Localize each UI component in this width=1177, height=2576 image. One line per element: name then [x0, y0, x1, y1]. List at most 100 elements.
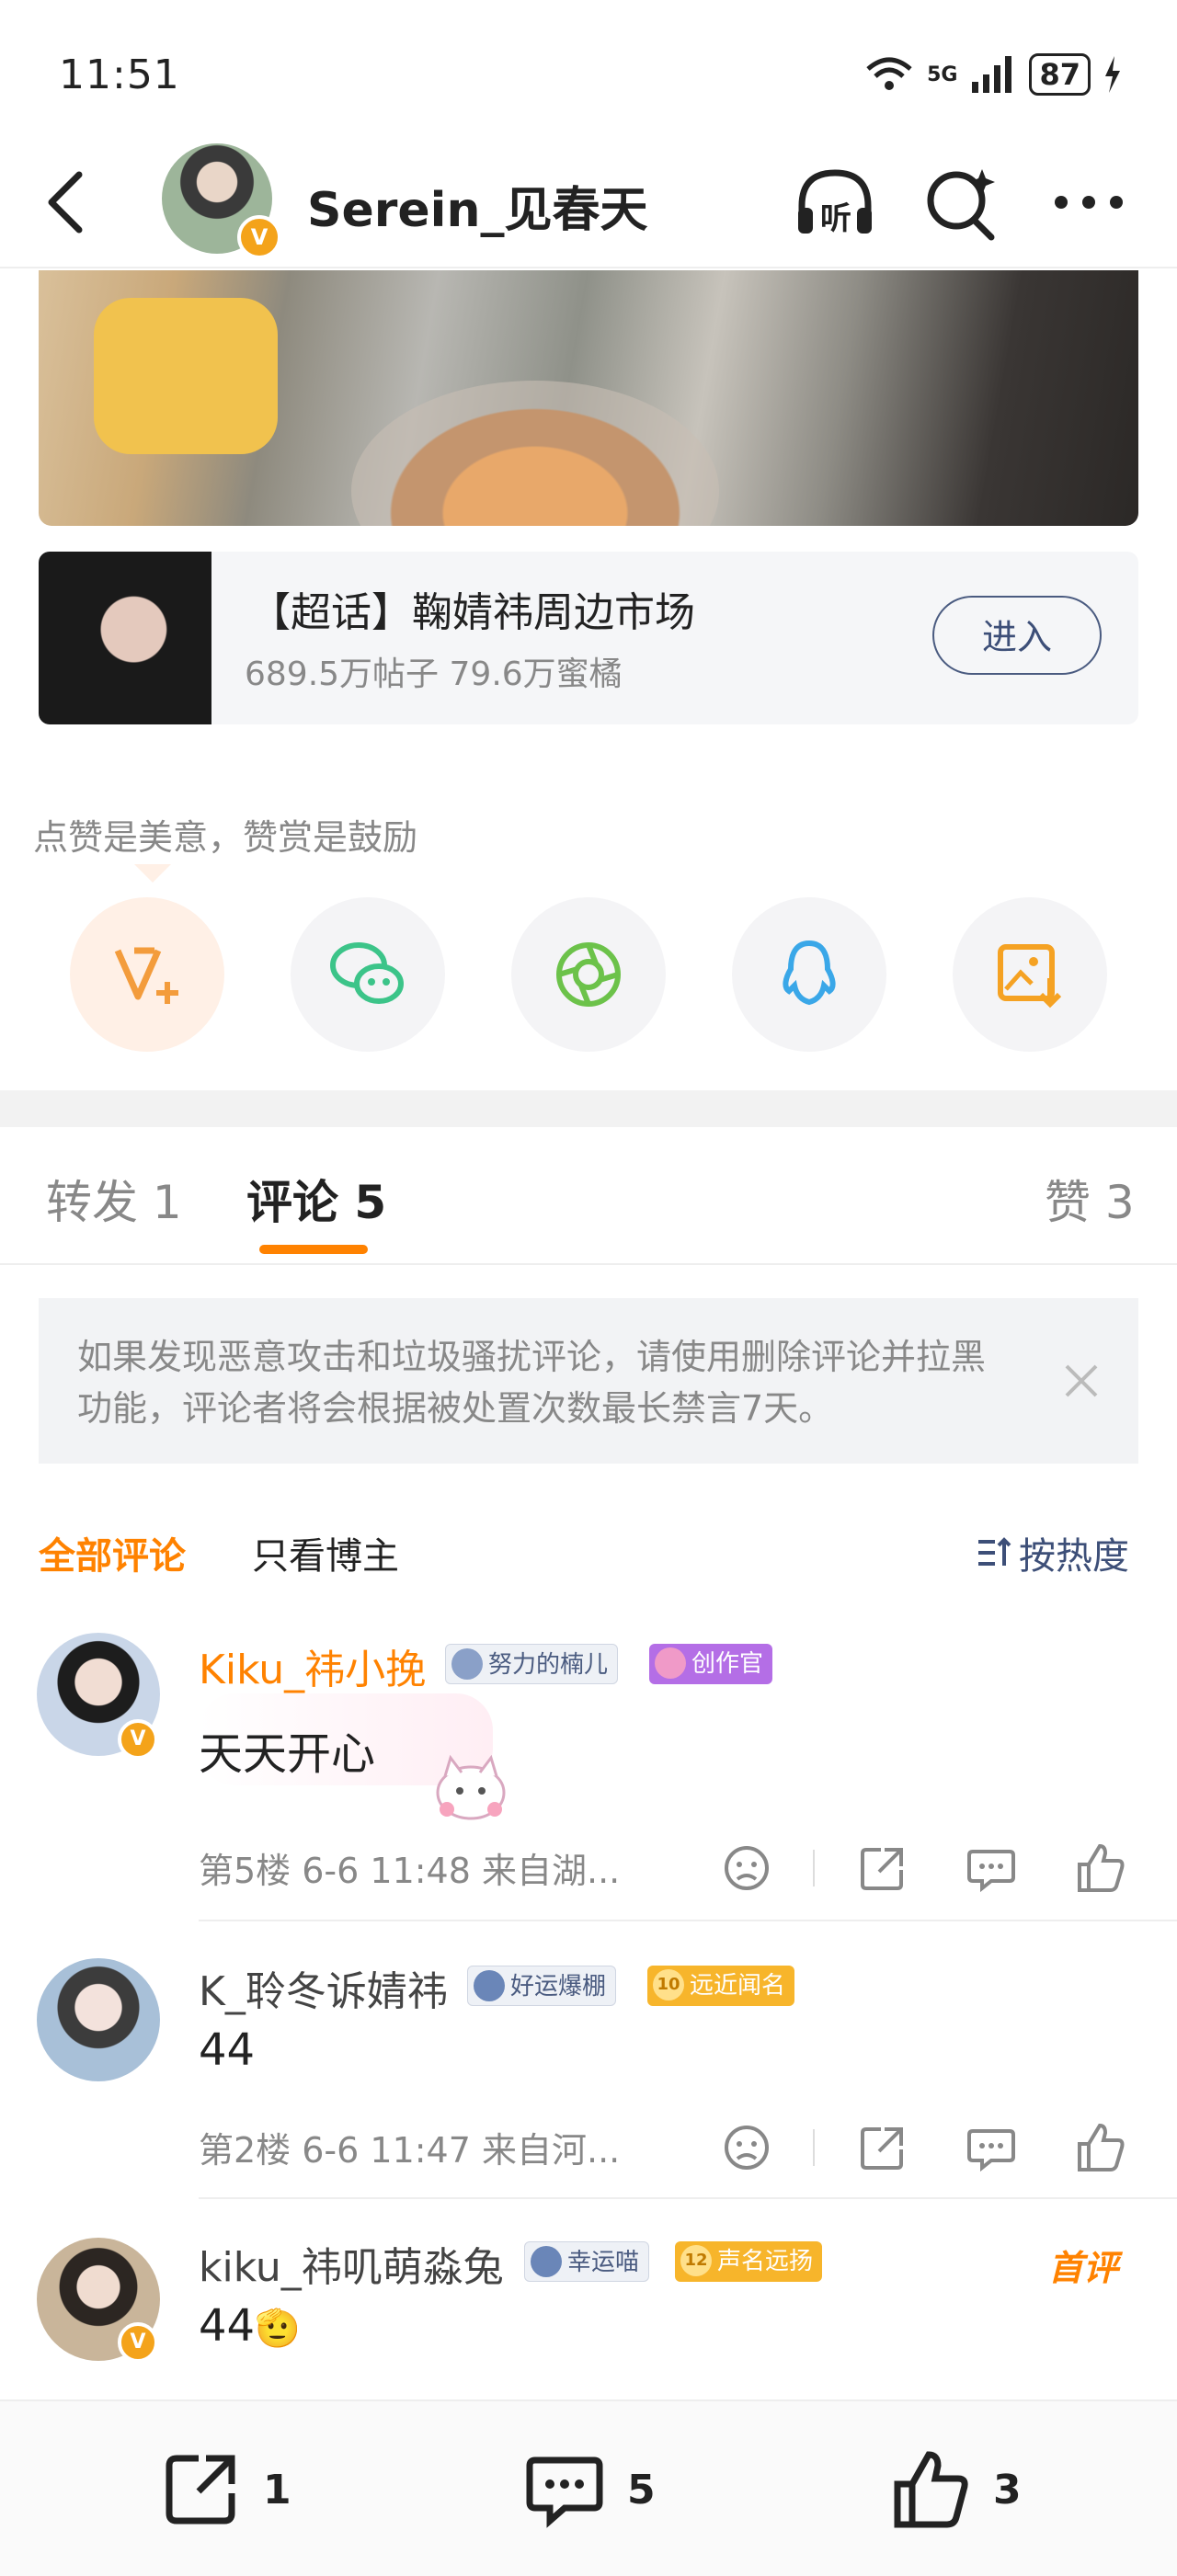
comment-notice: 如果发现恶意攻击和垃圾骚扰评论，请使用删除评论并拉黑功能，评论者将会根据被处置次… — [39, 1298, 1138, 1464]
action-divider — [813, 1850, 815, 1886]
commenter-name[interactable]: Kiku_祎小挽 — [199, 1636, 426, 1695]
fan-tag-label: 好运爆棚 — [510, 1973, 607, 2000]
creator-tag[interactable]: 创作官 — [649, 1644, 773, 1684]
reply-icon[interactable] — [964, 1841, 1019, 1896]
level-tag[interactable]: 10 远近闻名 — [647, 1966, 795, 2006]
cat-icon — [531, 2246, 562, 2277]
filter-blogger-only[interactable]: 只看博主 — [252, 1526, 399, 1579]
active-tab-indicator — [259, 1245, 368, 1254]
topic-title: 【超话】鞠婧祎周边市场 — [250, 589, 695, 636]
author-name[interactable]: Serein_见春天 — [307, 171, 647, 240]
status-icons: 5G 87 — [864, 53, 1122, 96]
moments-icon — [556, 942, 621, 1007]
post-image-object — [94, 298, 278, 454]
listen-label: 听 — [820, 200, 851, 237]
post-image-bowl — [351, 381, 719, 526]
battery-level: 87 — [1029, 53, 1091, 96]
reply-icon[interactable] — [964, 2120, 1019, 2175]
back-icon[interactable] — [37, 165, 96, 239]
comment-button[interactable]: 5 — [522, 2447, 656, 2532]
first-comment-badge: 首评 — [1048, 2248, 1119, 2288]
repost-button[interactable]: 1 — [158, 2447, 291, 2532]
level-badge: 10 — [653, 1969, 684, 2000]
salute-emoji: 🫡 — [255, 2308, 301, 2350]
tab-likes[interactable]: 赞 3 — [1045, 1166, 1135, 1232]
comment-text: 44🫡 — [199, 2300, 301, 2352]
dislike-icon[interactable] — [719, 1841, 774, 1896]
comment-meta: 第5楼 6-6 11:48 来自湖... — [199, 1851, 621, 1891]
super-topic-card[interactable]: 【超话】鞠婧祎周边市场 689.5万帖子 79.6万蜜橘 进入 — [39, 552, 1138, 724]
topic-image — [39, 552, 211, 724]
reward-button[interactable] — [70, 897, 224, 1052]
share-moments-button[interactable] — [511, 897, 666, 1052]
like-icon — [894, 2451, 968, 2528]
sort-icon — [978, 1537, 1011, 1566]
repost-icon — [166, 2455, 235, 2525]
qq-icon — [783, 940, 836, 1006]
reward-v-icon — [114, 947, 178, 1004]
fan-tag[interactable]: 好运爆棚 — [467, 1966, 617, 2006]
fan-tag-icon — [451, 1648, 483, 1680]
close-icon[interactable] — [1056, 1355, 1107, 1407]
tab-divider — [0, 1263, 1177, 1265]
network-label: 5G — [927, 63, 958, 86]
creator-tag-label: 创作官 — [691, 1650, 764, 1678]
repost-count: 1 — [263, 2466, 291, 2513]
share-qq-button[interactable] — [732, 897, 886, 1052]
fan-tag[interactable]: 努力的楠儿 — [445, 1644, 619, 1684]
save-image-button[interactable] — [953, 897, 1107, 1052]
verified-badge: V — [237, 215, 281, 259]
like-icon[interactable] — [1072, 1841, 1127, 1896]
top-header: V Serein_见春天 听 — [0, 138, 1177, 268]
sort-label: 按热度 — [1019, 1535, 1129, 1578]
fan-tag-label: 幸运喵 — [567, 2249, 640, 2276]
action-divider — [813, 2129, 815, 2166]
like-button[interactable]: 3 — [888, 2447, 1022, 2532]
comment-count: 5 — [627, 2466, 656, 2513]
search-icon[interactable] — [918, 160, 1002, 245]
share-wechat-button[interactable] — [291, 897, 445, 1052]
like-icon[interactable] — [1072, 2120, 1127, 2175]
like-count: 3 — [993, 2466, 1022, 2513]
comment-text: 44 — [199, 2024, 256, 2076]
comment-text-value: 44 — [199, 2300, 256, 2352]
fan-tag-label: 努力的楠儿 — [488, 1651, 609, 1679]
listen-button[interactable]: 听 — [793, 160, 877, 245]
creator-tag-icon — [655, 1647, 686, 1679]
tab-reposts[interactable]: 转发 1 — [46, 1166, 182, 1232]
repost-icon[interactable] — [855, 1841, 910, 1896]
level-tag-label: 远近闻名 — [690, 1972, 786, 2000]
level-tag[interactable]: 12 声名远扬 — [675, 2241, 823, 2282]
sort-by-hot-button[interactable]: 按热度 — [975, 1526, 1129, 1579]
charging-icon — [1105, 56, 1120, 93]
dislike-icon[interactable] — [719, 2120, 774, 2175]
tooltip-pointer — [134, 864, 171, 883]
repost-icon[interactable] — [855, 2120, 910, 2175]
commenter-avatar[interactable] — [37, 1958, 160, 2081]
verified-badge: V — [118, 1719, 158, 1760]
clover-icon — [474, 1970, 505, 2001]
wifi-icon — [866, 57, 912, 90]
save-image-icon — [998, 944, 1062, 1009]
comment-item: V kiku_祎叽萌淼兔 幸运喵 12 声名远扬 首评 44🫡 — [0, 2230, 1177, 2396]
status-time: 11:51 — [59, 51, 180, 98]
cat-sticker-icon — [436, 1754, 506, 1820]
wechat-icon — [330, 942, 404, 1004]
comment-meta: 第2楼 6-6 11:47 来自河... — [199, 2130, 621, 2171]
comment-text: 天天开心 — [199, 1728, 376, 1780]
tab-comments[interactable]: 评论 5 — [246, 1166, 386, 1232]
enter-topic-button[interactable]: 进入 — [932, 596, 1102, 675]
post-image[interactable] — [39, 270, 1138, 526]
level-badge: 12 — [680, 2245, 712, 2276]
comment-separator — [199, 1920, 1177, 1921]
more-icon[interactable] — [1046, 160, 1131, 245]
commenter-name[interactable]: K_聆冬诉婧祎 — [199, 1958, 448, 2017]
fan-tag[interactable]: 幸运喵 — [524, 2241, 650, 2282]
comment-separator — [199, 2197, 1177, 2199]
commenter-name[interactable]: kiku_祎叽萌淼兔 — [199, 2234, 504, 2293]
level-tag-label: 声名远扬 — [717, 2248, 814, 2275]
comment-item: V Kiku_祎小挽 努力的楠儿 创作官 天天开心 第5楼 6-6 11:48 … — [0, 1633, 1177, 1921]
comment-item: K_聆冬诉婧祎 好运爆棚 10 远近闻名 44 第2楼 6-6 11:47 来自河… — [0, 1955, 1177, 2230]
filter-all-comments[interactable]: 全部评论 — [39, 1526, 186, 1579]
section-divider — [0, 1090, 1177, 1127]
